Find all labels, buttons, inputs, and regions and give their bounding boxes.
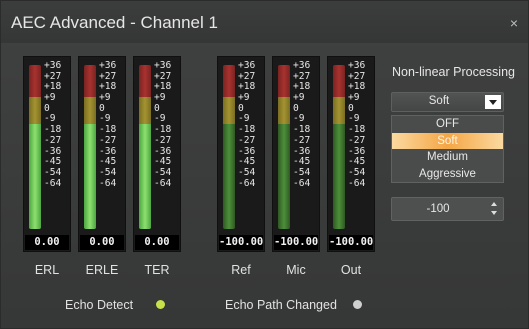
level-meter-mic: +36 +27 +18 +9 0 -9 -18 -27 -36 -45 -54 -64 -100.00 — [272, 56, 320, 252]
level-meter-ter: +36 +27 +18 +9 0 -9 -18 -27 -36 -45 -54 -64 0.00 — [133, 56, 181, 252]
meter-bar — [333, 65, 345, 229]
meter-bar — [223, 65, 235, 229]
scale-tick: -27 — [348, 134, 366, 146]
scale-tick: -54 — [44, 166, 62, 178]
title-bar: AEC Advanced - Channel 1 × — [1, 1, 528, 43]
window-title: AEC Advanced - Channel 1 — [11, 13, 218, 32]
scale-tick: -64 — [293, 177, 311, 189]
value-spinbox[interactable]: -100 — [391, 197, 504, 221]
level-meter-erle: +36 +27 +18 +9 0 -9 -18 -27 -36 -45 -54 -64 0.00 — [78, 56, 126, 252]
meter-label: ERLE — [85, 263, 119, 277]
close-icon[interactable]: × — [510, 15, 518, 31]
meter-label: Ref — [231, 263, 251, 277]
nonlinear-processing-label: Non-linear Processing — [392, 65, 515, 79]
meter-label: Mic — [286, 263, 306, 277]
level-meter-out: +36 +27 +18 +9 0 -9 -18 -27 -36 -45 -54 -64 -100.00 — [327, 56, 375, 252]
level-meter-ref: +36 +27 +18 +9 0 -9 -18 -27 -36 -45 -54 -64 -100.00 — [217, 56, 265, 252]
meter-readout: 0.00 — [80, 235, 124, 250]
meter-scale: +36 +27 +18 +9 0 -9 -18 -27 -36 -45 -54 -64 — [44, 60, 72, 189]
arrow-down-icon[interactable] — [491, 211, 497, 215]
meter-bar — [29, 65, 41, 229]
scale-tick: -27 — [293, 134, 311, 146]
echo-detect-label: Echo Detect — [65, 298, 134, 312]
scale-tick: -27 — [154, 134, 172, 146]
meter-scale: +36 +27 +18 +9 0 -9 -18 -27 -36 -45 -54 -64 — [348, 60, 376, 189]
meter-readout: 0.00 — [25, 235, 69, 250]
spinbox-value: -100 — [426, 203, 450, 215]
scale-tick: -54 — [238, 166, 256, 178]
nonlinear-processing-value: Soft — [428, 95, 450, 107]
meter-label: TER — [144, 263, 170, 277]
aec-window: AEC Advanced - Channel 1 × +36 +27 +18 +9 0-… — [0, 0, 529, 329]
meter-label: ERL — [34, 263, 60, 277]
nonlinear-processing-select[interactable]: Soft — [391, 92, 504, 112]
meter-readout: -100.00 — [329, 235, 374, 250]
scale-tick: -27 — [99, 134, 117, 146]
meter-scale: +36 +27 +18 +9 0 -9 -18 -27 -36 -45 -54 -64 — [154, 60, 182, 189]
scale-tick: -27 — [238, 134, 256, 146]
meter-readout: -100.00 — [274, 235, 319, 250]
nonlinear-processing-dropdown: OFF Soft Medium Aggressive — [391, 115, 504, 183]
scale-tick: -27 — [44, 134, 62, 146]
scale-tick: -64 — [238, 177, 256, 189]
meter-bar — [139, 65, 151, 229]
dropdown-option-soft[interactable]: Soft — [392, 132, 503, 149]
meter-readout: -100.00 — [219, 235, 264, 250]
scale-tick: -54 — [154, 166, 172, 178]
scale-tick: -54 — [348, 166, 366, 178]
meter-scale: +36 +27 +18 +9 0 -9 -18 -27 -36 -45 -54 -64 — [99, 60, 127, 189]
meter-scale: +36 +27 +18 +9 0 -9 -18 -27 -36 -45 -54 -64 — [238, 60, 266, 189]
scale-tick: -54 — [293, 166, 311, 178]
scale-tick: -64 — [44, 177, 62, 189]
meter-bar — [84, 65, 96, 229]
meter-scale: +36 +27 +18 +9 0 -9 -18 -27 -36 -45 -54 -64 — [293, 60, 321, 189]
scale-tick: -64 — [154, 177, 172, 189]
echo-detect-led — [156, 300, 165, 309]
chevron-down-icon[interactable] — [485, 95, 501, 109]
dropdown-option-medium[interactable]: Medium — [392, 149, 503, 166]
scale-tick: -64 — [348, 177, 366, 189]
echo-path-changed-led — [353, 300, 362, 309]
scale-tick: -64 — [99, 177, 117, 189]
scale-tick: -54 — [99, 166, 117, 178]
dropdown-option-aggressive[interactable]: Aggressive — [392, 166, 503, 183]
dropdown-option-off[interactable]: OFF — [392, 116, 503, 133]
spinbox-arrows[interactable] — [489, 201, 499, 217]
level-meter-erl: +36 +27 +18 +9 0 -9 -18 -27 -36 -45 -54 -64 0.00 — [23, 56, 71, 252]
echo-path-changed-label: Echo Path Changed — [225, 298, 337, 312]
meter-bar — [278, 65, 290, 229]
meter-readout: 0.00 — [135, 235, 179, 250]
arrow-up-icon[interactable] — [491, 202, 497, 206]
meter-label: Out — [340, 263, 362, 277]
